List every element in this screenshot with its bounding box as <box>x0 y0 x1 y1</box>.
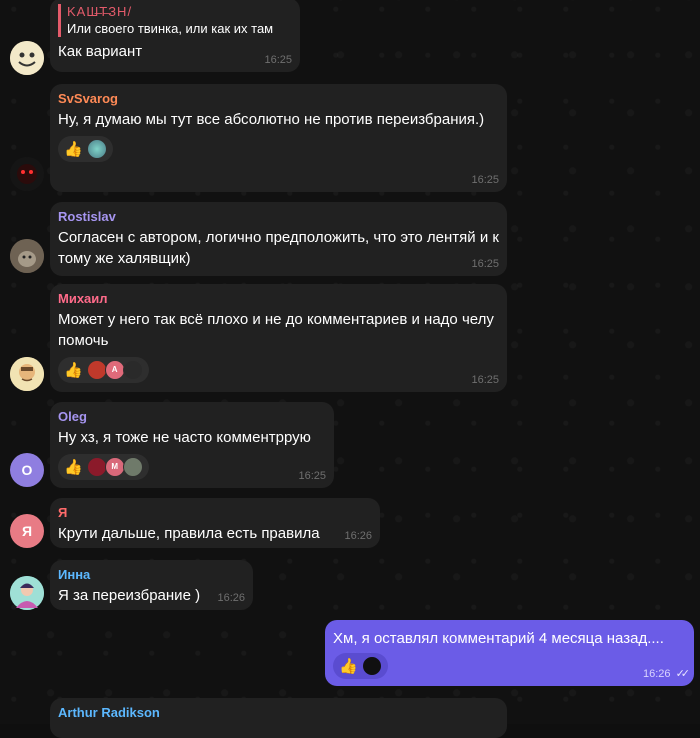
thumbs-up-icon: 👍 <box>64 140 83 158</box>
thumbs-up-icon: 👍 <box>64 458 83 476</box>
message-time: 16:26 <box>217 592 245 604</box>
avatar[interactable]: O <box>10 453 44 487</box>
message-text: Как вариант <box>58 43 143 60</box>
message-text: Ну хз, я тоже не часто комментррую <box>58 429 311 446</box>
meme-face-avatar-icon <box>10 41 44 75</box>
reply-sender-name: KAШ̶Т̶ЗН/ <box>67 4 133 19</box>
reactor-avatar <box>86 457 107 477</box>
reply-text: Или своего твинка, или как их там <box>67 21 274 36</box>
photo-avatar-icon <box>10 239 44 273</box>
sender-name[interactable]: Rostislav <box>58 208 499 225</box>
message-text: Хм, я оставлял комментарий 4 месяца наза… <box>333 630 664 647</box>
reactor-avatar <box>122 457 143 477</box>
cartoon-face-avatar-icon <box>10 357 44 391</box>
message-time: 16:25 <box>471 374 499 386</box>
reactor-avatar: M <box>104 457 125 477</box>
message-bubble[interactable]: Oleg Ну хз, я тоже не часто комментррую … <box>50 402 334 488</box>
reactions-bar[interactable]: 👍 <box>58 136 113 162</box>
avatar[interactable] <box>10 41 44 75</box>
avatar[interactable] <box>10 357 44 391</box>
sender-name[interactable]: Михаил <box>58 290 499 307</box>
own-message-bubble[interactable]: Хм, я оставлял комментарий 4 месяца наза… <box>325 620 694 686</box>
reactor-avatar <box>361 656 382 676</box>
reactor-avatar <box>122 360 143 380</box>
message-time: 16:26 <box>344 530 372 542</box>
message-time: 16:26 ✓✓ <box>642 667 691 680</box>
message-text: Согласен с автором, логично предположить… <box>58 229 499 267</box>
sender-name[interactable]: Инна <box>58 566 245 583</box>
avatar[interactable] <box>10 157 44 191</box>
message-bubble[interactable]: KAШ̶Т̶ЗН/ Или своего твинка, или как их … <box>50 0 300 72</box>
thumbs-up-icon: 👍 <box>64 361 83 379</box>
message-time-value: 16:26 <box>642 668 671 680</box>
reactor-avatar <box>86 139 107 159</box>
thumbs-up-icon: 👍 <box>339 657 358 675</box>
sender-name[interactable]: Arthur Radikson <box>58 704 499 721</box>
reply-quote[interactable]: KAШ̶Т̶ЗН/ Или своего твинка, или как их … <box>58 4 292 37</box>
message-bubble[interactable]: SvSvarog Ну, я думаю мы тут все абсолютн… <box>50 84 507 192</box>
message-bubble[interactable]: Я Крути дальше, правила есть правила 16:… <box>50 498 380 548</box>
reactions-bar[interactable]: 👍 <box>333 653 388 679</box>
message-bubble[interactable]: Arthur Radikson <box>50 698 507 738</box>
reactions-bar[interactable]: 👍 M <box>58 454 149 480</box>
message-time: 16:25 <box>471 174 499 186</box>
sender-name[interactable]: SvSvarog <box>58 90 499 107</box>
reactions-bar[interactable]: 👍 A <box>58 357 149 383</box>
avatar[interactable] <box>10 576 44 610</box>
avatar[interactable] <box>10 239 44 273</box>
message-time: 16:25 <box>471 258 499 270</box>
dark-creature-avatar-icon <box>10 157 44 191</box>
message-bubble[interactable]: Михаил Может у него так всё плохо и не д… <box>50 284 507 392</box>
sender-name[interactable]: Я <box>58 504 372 521</box>
message-text: Может у него так всё плохо и не до комме… <box>58 311 494 349</box>
message-time: 16:25 <box>264 54 292 66</box>
avatar[interactable]: Я <box>10 514 44 548</box>
reactor-avatar: A <box>104 360 125 380</box>
message-text: Ну, я думаю мы тут все абсолютно не прот… <box>58 111 485 128</box>
illustrated-avatar-icon <box>10 576 44 610</box>
message-bubble[interactable]: Инна Я за переизбрание ) 16:26 <box>50 560 253 610</box>
message-bubble[interactable]: Rostislav Согласен с автором, логично пр… <box>50 202 507 276</box>
read-checks-icon: ✓✓ <box>675 668 691 680</box>
message-time: 16:25 <box>298 470 326 482</box>
reactor-avatar <box>86 360 107 380</box>
sender-name[interactable]: Oleg <box>58 408 326 425</box>
message-text: Крути дальше, правила есть правила <box>58 525 320 542</box>
